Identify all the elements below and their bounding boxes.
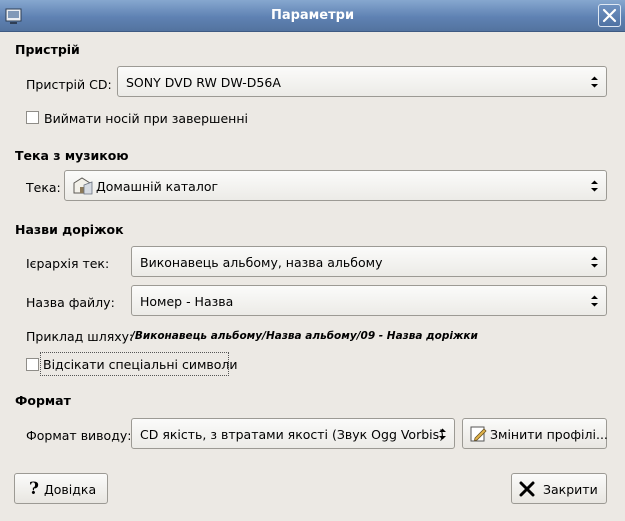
cd-device-label: Пристрій CD:: [26, 77, 112, 92]
edit-profiles-label: Змінити профілі...: [490, 427, 608, 442]
hierarchy-combo[interactable]: Виконавець альбому, назва альбому: [131, 246, 607, 277]
close-icon: [602, 8, 617, 23]
output-format-label: Формат виводу:: [26, 428, 132, 443]
close-label: Закрити: [543, 482, 598, 497]
filename-combo[interactable]: Номер - Назва: [131, 285, 607, 316]
cd-device-combo[interactable]: SONY DVD RW DW-D56A: [117, 66, 607, 97]
title-bar: Параметри: [0, 0, 625, 32]
help-icon: ?: [29, 479, 39, 499]
track-names-section-title: Назви доріжок: [15, 222, 124, 237]
hierarchy-value: Виконавець альбому, назва альбому: [140, 255, 383, 270]
output-format-value: CD якість, з втратами якості (Звук Ogg V…: [140, 427, 445, 442]
combo-arrows-icon: [591, 256, 598, 268]
strip-chars-label[interactable]: Відсікати спеціальні символи: [43, 357, 238, 372]
path-example: /Виконавець альбому/Назва альбому/09 - Н…: [131, 330, 478, 342]
format-section-title: Формат: [15, 393, 71, 408]
eject-label: Виймати носій при завершенні: [44, 111, 249, 126]
edit-profiles-button[interactable]: Змінити профілі...: [462, 418, 608, 449]
close-window-button[interactable]: [598, 4, 621, 27]
combo-arrows-icon: [591, 76, 598, 88]
close-button[interactable]: Закрити: [511, 473, 607, 504]
home-folder-icon: [73, 177, 93, 195]
folder-label: Тека:: [26, 180, 61, 195]
output-format-combo[interactable]: CD якість, з втратами якості (Звук Ogg V…: [131, 418, 455, 449]
folder-combo[interactable]: Домашній каталог: [64, 170, 607, 201]
x-icon: [519, 481, 535, 497]
help-label: Довідка: [44, 482, 97, 497]
filename-label: Назва файлу:: [26, 295, 115, 310]
combo-arrows-icon: [591, 295, 598, 307]
folder-value: Домашній каталог: [96, 179, 219, 194]
edit-icon: [470, 426, 487, 442]
filename-value: Номер - Назва: [140, 294, 234, 309]
example-label: Приклад шляху:: [26, 329, 134, 344]
combo-arrows-icon: [591, 180, 598, 192]
music-folder-section-title: Тека з музикою: [15, 148, 129, 163]
strip-chars-checkbox[interactable]: [26, 358, 39, 371]
device-section-title: Пристрій: [15, 42, 80, 57]
window-title: Параметри: [270, 8, 355, 23]
hierarchy-label: Ієрархія тек:: [26, 256, 110, 271]
combo-arrows-icon: [439, 428, 446, 440]
help-button[interactable]: ? Довідка: [14, 473, 108, 504]
eject-checkbox[interactable]: [26, 111, 39, 124]
cd-device-value: SONY DVD RW DW-D56A: [126, 75, 281, 90]
